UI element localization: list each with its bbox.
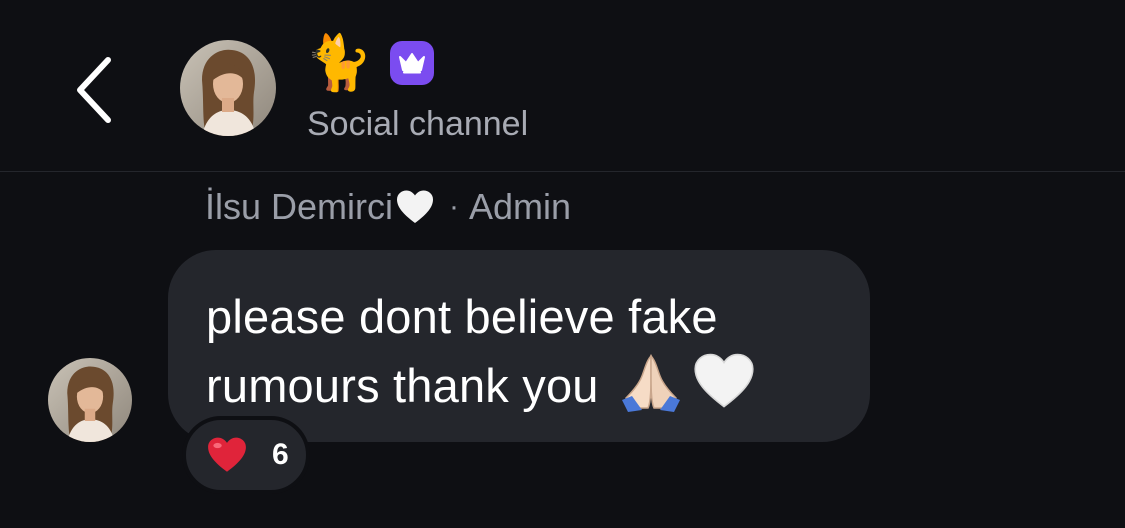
separator-dot: · [449, 190, 460, 223]
channel-subtitle: Social channel [307, 105, 529, 143]
sender-name[interactable]: İlsu Demirci [205, 186, 393, 228]
crown-badge [390, 41, 435, 85]
avatar-photo [180, 40, 276, 136]
avatar-photo [48, 358, 132, 442]
channel-avatar[interactable] [180, 40, 276, 136]
sender-line: İlsu Demirci · Admin [205, 183, 571, 231]
channel-title: 🐈 [305, 31, 435, 94]
white-heart-icon [395, 189, 435, 225]
red-heart-icon [208, 437, 246, 472]
folded-hands-icon [621, 354, 680, 412]
sender-avatar[interactable] [48, 358, 132, 442]
chevron-left-icon [77, 57, 111, 123]
channel-header: 🐈 Social channel [0, 0, 1125, 172]
header-divider [0, 171, 1125, 172]
reaction-count: 6 [272, 438, 289, 471]
message-bubble[interactable]: please dont believe fake rumours thank y… [168, 250, 870, 442]
message-text-block: please dont believe fake rumours thank y… [206, 284, 834, 419]
message-emoji-group [618, 350, 756, 412]
reaction-pill[interactable]: 6 [182, 416, 310, 494]
sender-role: Admin [469, 186, 572, 227]
crown-icon [399, 53, 426, 74]
cat-emoji: 🐈 [305, 31, 373, 94]
chat-screen: 🐈 Social channel İlsu Demirci · Admin pl… [0, 0, 1125, 528]
back-button[interactable] [62, 50, 126, 130]
white-heart-icon [694, 353, 754, 408]
